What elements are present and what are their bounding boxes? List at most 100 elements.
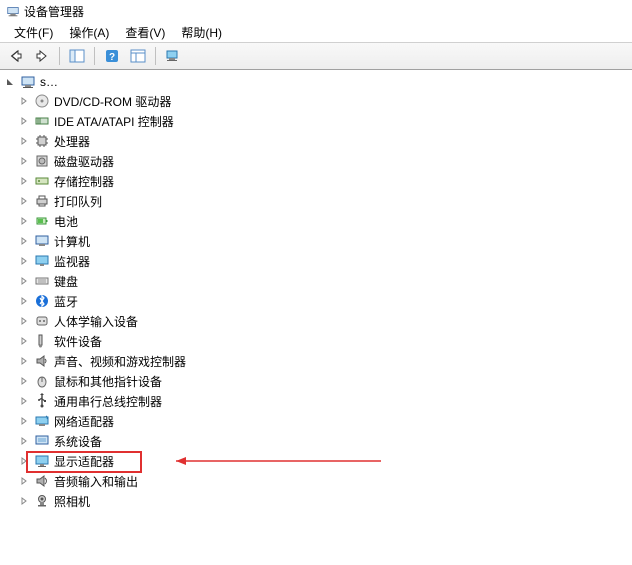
toolbar-separator <box>94 47 95 65</box>
ide-icon <box>34 113 50 129</box>
storage-icon <box>34 173 50 189</box>
menu-view[interactable]: 查看(V) <box>117 22 173 43</box>
tree-item[interactable]: 存储控制器 <box>14 171 632 191</box>
tree-item-label: 处理器 <box>54 133 90 150</box>
tree-item-label: 磁盘驱动器 <box>54 153 114 170</box>
expand-toggle[interactable] <box>18 435 30 447</box>
tree-item[interactable]: 键盘 <box>14 271 632 291</box>
expand-toggle[interactable] <box>18 95 30 107</box>
expand-toggle[interactable] <box>18 155 30 167</box>
tree-item-label: 电池 <box>54 213 78 230</box>
tree-item[interactable]: 打印队列 <box>14 191 632 211</box>
tree-item[interactable]: 软件设备 <box>14 331 632 351</box>
battery-icon <box>34 213 50 229</box>
tree-item[interactable]: 照相机 <box>14 491 632 511</box>
tree-item-label: 显示适配器 <box>54 453 114 470</box>
system-icon <box>34 433 50 449</box>
expand-toggle[interactable] <box>18 475 30 487</box>
tree-item-label: 网络适配器 <box>54 413 114 430</box>
toolbar-show-hide-button[interactable] <box>65 45 89 67</box>
tree-item-label: 软件设备 <box>54 333 102 350</box>
tree-item[interactable]: 网络适配器 <box>14 411 632 431</box>
expand-toggle[interactable] <box>18 215 30 227</box>
disc-icon <box>34 93 50 109</box>
tree-item-label: 系统设备 <box>54 433 102 450</box>
tree-item[interactable]: 音频输入和输出 <box>14 471 632 491</box>
titlebar: 设备管理器 <box>0 0 632 22</box>
tree-root[interactable]: s… <box>0 73 632 91</box>
menu-help[interactable]: 帮助(H) <box>173 22 230 43</box>
tree-item[interactable]: DVD/CD-ROM 驱动器 <box>14 91 632 111</box>
menu-file[interactable]: 文件(F) <box>6 22 61 43</box>
disk-icon <box>34 153 50 169</box>
tree-item[interactable]: 系统设备 <box>14 431 632 451</box>
svg-text:?: ? <box>109 52 115 63</box>
tree-item-label: IDE ATA/ATAPI 控制器 <box>54 113 174 130</box>
toolbar-properties-button[interactable] <box>126 45 150 67</box>
toolbar-separator <box>155 47 156 65</box>
tree-item-label: 打印队列 <box>54 193 102 210</box>
tree-item[interactable]: 显示适配器 <box>14 451 632 471</box>
toolbar-help-button[interactable]: ? <box>100 45 124 67</box>
expand-toggle[interactable] <box>18 415 30 427</box>
toolbar-back-button[interactable] <box>4 45 28 67</box>
expand-toggle[interactable] <box>18 115 30 127</box>
expand-toggle[interactable] <box>18 275 30 287</box>
tree-item[interactable]: IDE ATA/ATAPI 控制器 <box>14 111 632 131</box>
toolbar-separator <box>59 47 60 65</box>
tree-item[interactable]: 电池 <box>14 211 632 231</box>
expand-toggle[interactable] <box>18 335 30 347</box>
printer-icon <box>34 193 50 209</box>
menu-action[interactable]: 操作(A) <box>61 22 117 43</box>
hid-icon <box>34 313 50 329</box>
expand-toggle[interactable] <box>18 455 30 467</box>
expand-toggle[interactable] <box>18 175 30 187</box>
expand-toggle[interactable] <box>18 315 30 327</box>
device-manager-icon <box>6 4 20 18</box>
expand-toggle[interactable] <box>18 495 30 507</box>
tree-item[interactable]: 处理器 <box>14 131 632 151</box>
camera-icon <box>34 493 50 509</box>
tree-item-label: 照相机 <box>54 493 90 510</box>
display-icon <box>34 453 50 469</box>
tree-item-label: 声音、视频和游戏控制器 <box>54 353 186 370</box>
tree-root-label: s… <box>40 75 58 89</box>
toolbar-forward-button[interactable] <box>30 45 54 67</box>
computer-icon <box>20 74 36 90</box>
toolbar-scan-button[interactable] <box>161 45 185 67</box>
tree-item[interactable]: 监视器 <box>14 251 632 271</box>
network-icon <box>34 413 50 429</box>
expand-toggle[interactable] <box>18 255 30 267</box>
usb-icon <box>34 393 50 409</box>
software-icon <box>34 333 50 349</box>
tree-item-label: 监视器 <box>54 253 90 270</box>
tree-item-label: 键盘 <box>54 273 78 290</box>
cpu-icon <box>34 133 50 149</box>
expand-toggle[interactable] <box>18 295 30 307</box>
expand-toggle[interactable] <box>18 135 30 147</box>
tree-pane: s… DVD/CD-ROM 驱动器 IDE ATA/ATAPI 控制器处理器磁盘驱… <box>0 70 632 565</box>
expand-toggle[interactable] <box>18 355 30 367</box>
expand-toggle[interactable] <box>18 195 30 207</box>
window-title: 设备管理器 <box>24 3 84 20</box>
device-tree: s… DVD/CD-ROM 驱动器 IDE ATA/ATAPI 控制器处理器磁盘驱… <box>0 73 632 511</box>
tree-item[interactable]: 鼠标和其他指针设备 <box>14 371 632 391</box>
audioio-icon <box>34 473 50 489</box>
expand-toggle[interactable] <box>18 375 30 387</box>
expand-toggle[interactable] <box>18 235 30 247</box>
tree-item[interactable]: 蓝牙 <box>14 291 632 311</box>
tree-item[interactable]: 通用串行总线控制器 <box>14 391 632 411</box>
toolbar: ? <box>0 42 632 70</box>
tree-item[interactable]: 声音、视频和游戏控制器 <box>14 351 632 371</box>
bluetooth-icon <box>34 293 50 309</box>
expand-toggle[interactable] <box>18 395 30 407</box>
tree-item[interactable]: 磁盘驱动器 <box>14 151 632 171</box>
tree-item-label: 音频输入和输出 <box>54 473 138 490</box>
tree-item[interactable]: 计算机 <box>14 231 632 251</box>
expand-toggle[interactable] <box>4 76 16 88</box>
tree-item-label: 人体学输入设备 <box>54 313 138 330</box>
tree-item-label: 鼠标和其他指针设备 <box>54 373 162 390</box>
keyboard-icon <box>34 273 50 289</box>
tree-item[interactable]: 人体学输入设备 <box>14 311 632 331</box>
tree-item-label: 计算机 <box>54 233 90 250</box>
